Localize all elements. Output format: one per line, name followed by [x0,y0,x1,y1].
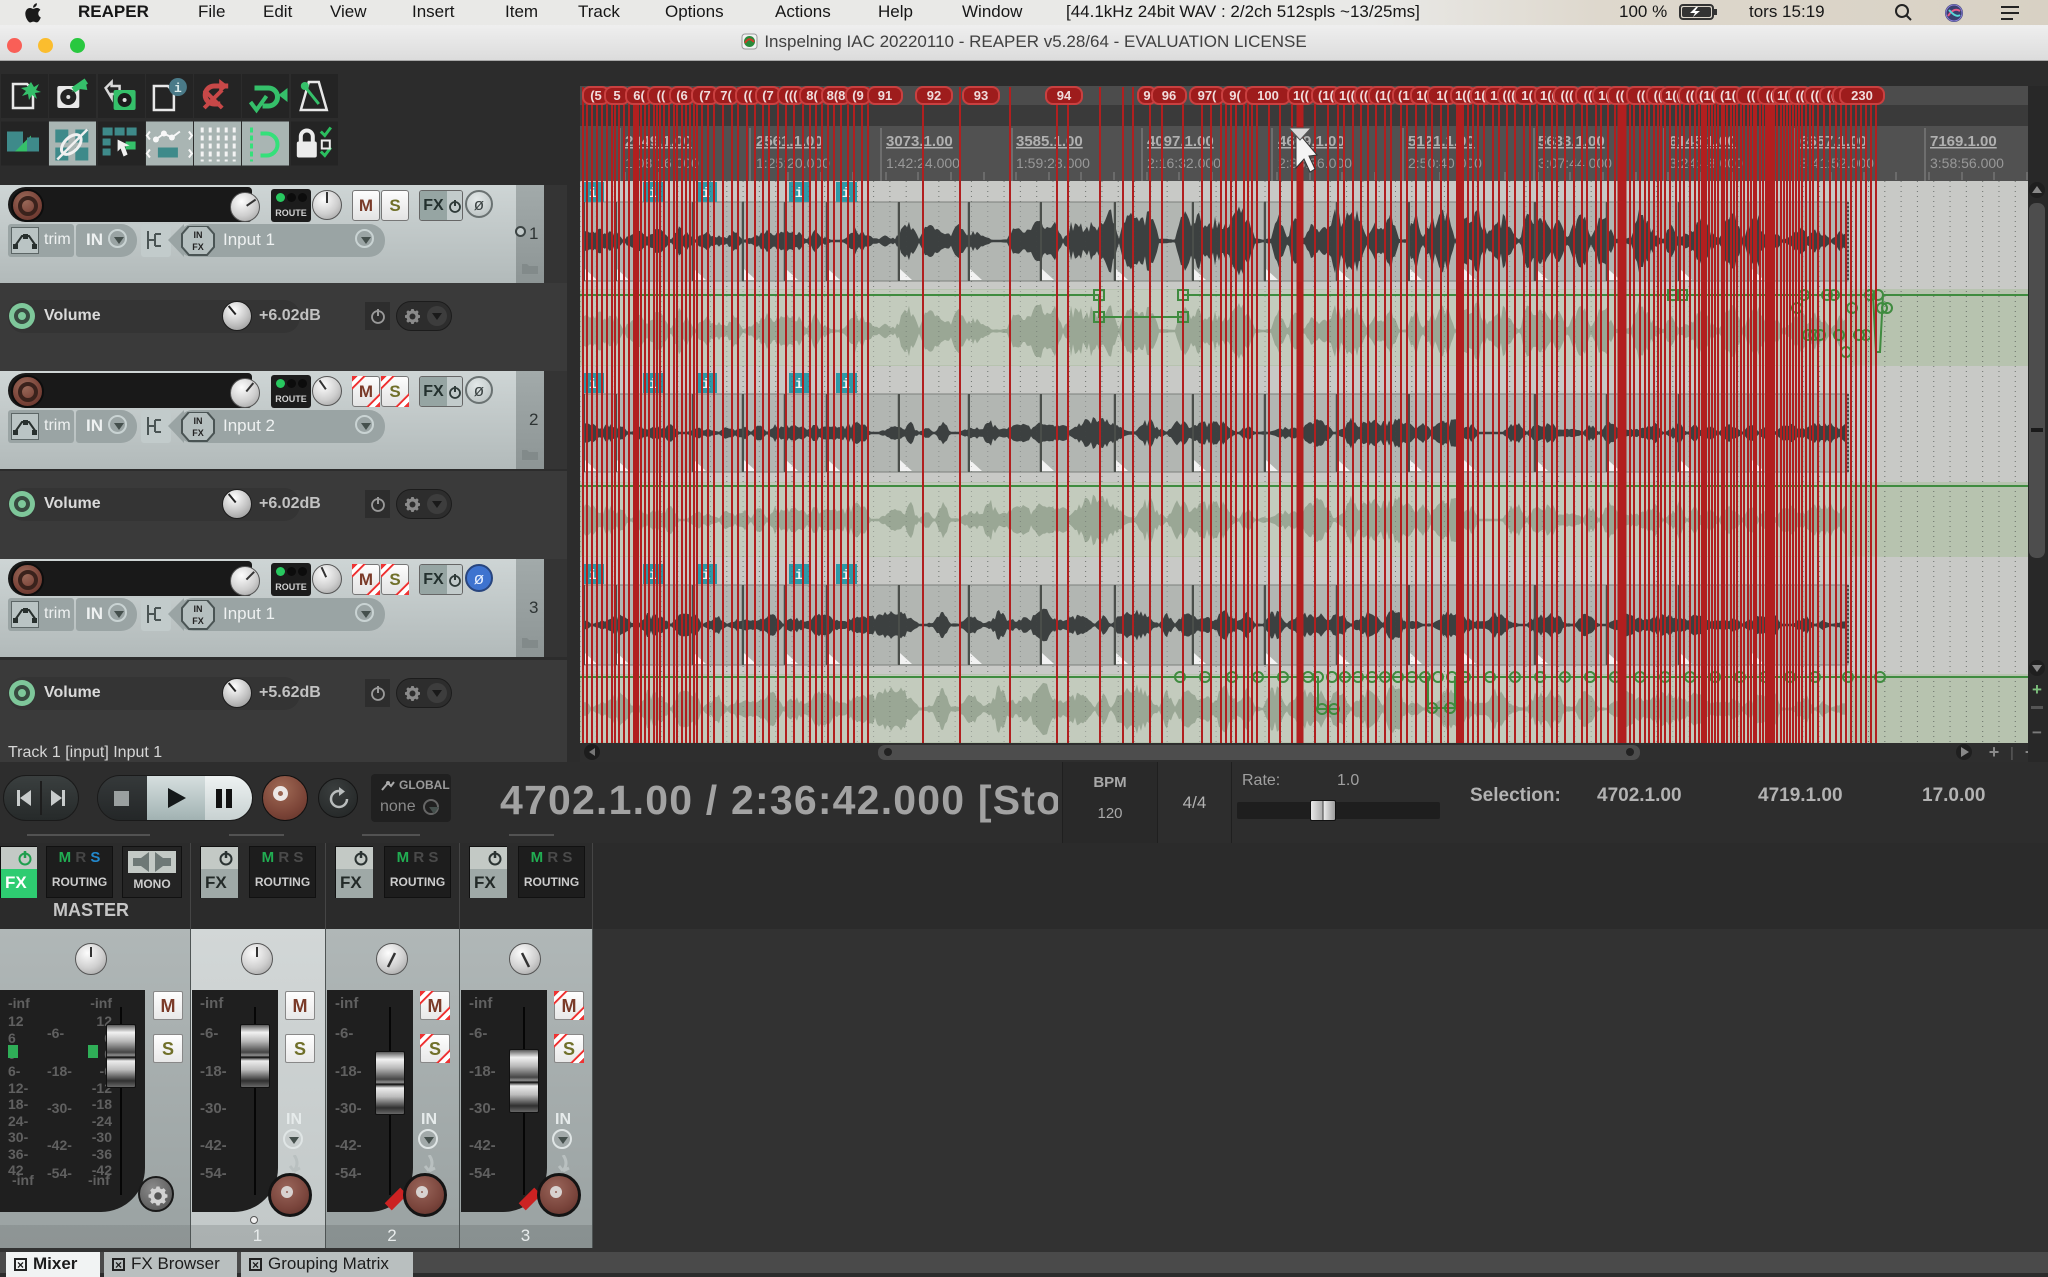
svg-text:6(: 6( [633,88,645,103]
svg-text:91: 91 [878,88,892,103]
svg-text:8(: 8( [806,88,818,103]
svg-text:230: 230 [1851,88,1873,103]
svg-text:(5: (5 [590,88,602,103]
svg-text:(6: (6 [676,88,688,103]
svg-text:1(: 1( [1416,88,1428,103]
svg-text:9(: 9( [1229,88,1241,103]
svg-text:96: 96 [1162,88,1176,103]
svg-text:((: (( [1584,88,1593,103]
svg-text:97(: 97( [1198,88,1217,103]
svg-text:(9: (9 [852,88,864,103]
svg-text:1((: 1(( [1293,88,1310,103]
svg-text:1:59:28.000: 1:59:28.000 [1016,155,1090,171]
svg-text:(1(: (1( [1720,88,1737,103]
svg-text:i: i [795,186,803,202]
svg-text:1(: 1( [1521,88,1533,103]
svg-text:((: (( [657,88,666,103]
svg-text:FX: FX [192,428,204,438]
svg-text:92: 92 [927,88,941,103]
svg-text:FX: FX [192,242,204,252]
svg-text:5633.1.00: 5633.1.00 [1538,133,1605,150]
svg-text:4609.1.00: 4609.1.00 [1278,133,1345,150]
svg-text:3585.1.00: 3585.1.00 [1016,133,1083,150]
svg-text:((: (( [1796,88,1805,103]
svg-text:(1(: (1( [1318,88,1335,103]
svg-text:IN: IN [194,416,203,426]
svg-text:(1(: (1( [1375,88,1392,103]
svg-text:2:50:40.000: 2:50:40.000 [1408,155,1482,171]
svg-text:8(8: 8(8 [827,88,846,103]
svg-text:1((: 1(( [1339,88,1356,103]
svg-text:94: 94 [1057,88,1072,103]
svg-text:1((: 1(( [1455,88,1472,103]
svg-text:IN: IN [194,230,203,240]
svg-text:((: (( [1616,88,1625,103]
svg-text:+: + [1989,742,2000,762]
svg-text:7169.1.00: 7169.1.00 [1930,133,1997,150]
svg-text:9: 9 [1143,88,1150,103]
svg-text:3:41:52.000: 3:41:52.000 [1800,155,1874,171]
svg-text:((: (( [1747,88,1756,103]
svg-text:IN: IN [194,604,203,614]
svg-text:5: 5 [613,88,620,103]
svg-text:100: 100 [1257,88,1279,103]
svg-text:((: (( [744,88,753,103]
svg-text:3073.1.00: 3073.1.00 [886,133,953,150]
svg-text:i: i [174,81,182,96]
svg-text:3:58:56.000: 3:58:56.000 [1930,155,2004,171]
svg-text:+: + [2032,680,2042,699]
svg-text:4097.1.00: 4097.1.00 [1147,133,1214,150]
svg-text:−: − [2032,723,2042,742]
svg-text:(((: ((( [1561,88,1575,103]
svg-text:93: 93 [974,88,988,103]
svg-text:((: (( [1686,88,1695,103]
svg-text:FX: FX [192,616,204,626]
svg-text:|: | [2010,744,2014,760]
svg-text:1(: 1( [1436,88,1448,103]
svg-text:2561.1.00: 2561.1.00 [756,133,823,150]
svg-text:(7: (7 [762,88,774,103]
svg-text:(7: (7 [699,88,711,103]
svg-text:i: i [795,568,803,584]
svg-text:7(: 7( [720,88,732,103]
svg-text:i: i [795,377,803,393]
svg-text:(((: ((( [785,88,799,103]
svg-text:((: (( [1637,88,1646,103]
